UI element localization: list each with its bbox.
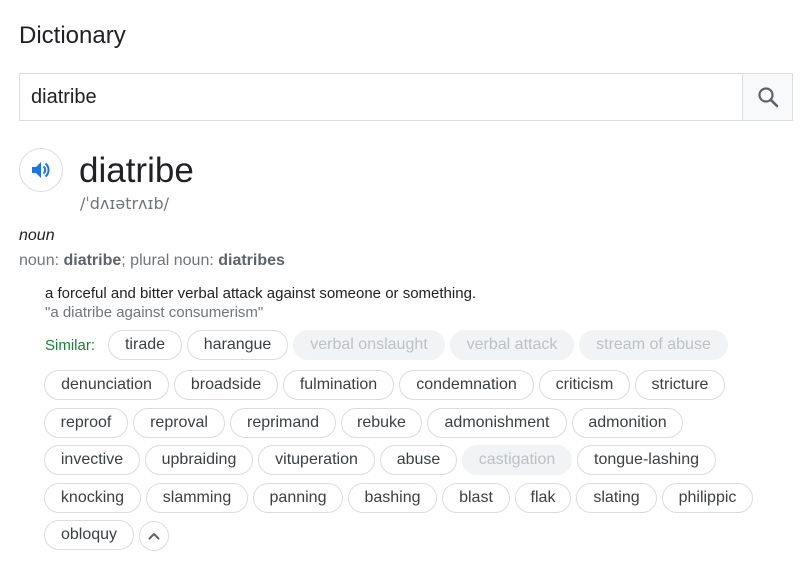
similar-chip[interactable]: stream of abuse	[579, 330, 728, 360]
similar-chip[interactable]: slamming	[146, 483, 248, 513]
similar-chip[interactable]: panning	[253, 483, 343, 513]
similar-chip[interactable]: philippic	[662, 483, 753, 513]
similar-chip[interactable]: bashing	[348, 483, 437, 513]
similar-chip[interactable]: reprimand	[230, 408, 336, 438]
similar-chip[interactable]: condemnation	[399, 370, 534, 400]
forms-plural: diatribes	[218, 252, 285, 269]
similar-chip[interactable]: castigation	[462, 445, 572, 475]
similar-chip[interactable]: tongue-lashing	[577, 445, 716, 475]
similar-chip[interactable]: verbal attack	[450, 330, 574, 360]
similar-chip[interactable]: criticism	[539, 370, 630, 400]
search-button[interactable]	[742, 74, 792, 120]
search-input[interactable]	[20, 74, 742, 120]
similar-chip[interactable]: vituperation	[258, 445, 375, 475]
similar-chip[interactable]: slating	[576, 483, 657, 513]
similar-label: Similar:	[45, 337, 96, 354]
forms-prefix: noun:	[19, 252, 64, 269]
chevron-up-icon	[148, 533, 160, 540]
similar-chip[interactable]: obloquy	[44, 520, 134, 550]
similar-chip[interactable]: admonition	[572, 408, 683, 438]
similar-chip[interactable]: tirade	[108, 330, 182, 360]
similar-chip[interactable]: reproof	[44, 408, 128, 438]
search-box	[19, 73, 793, 121]
forms-middle: ; plural noun:	[121, 252, 219, 269]
phonetic-spelling: /ˈdʌɪətrʌɪb/	[80, 194, 170, 213]
similar-chip[interactable]: stricture	[635, 370, 725, 400]
similar-chip[interactable]: broadside	[174, 370, 278, 400]
forms-word: diatribe	[63, 252, 122, 269]
definition: a forceful and bitter verbal attack agai…	[45, 285, 477, 302]
similar-chip[interactable]: verbal onslaught	[293, 330, 445, 360]
headword: diatribe	[79, 151, 194, 190]
similar-chip[interactable]: invective	[44, 445, 140, 475]
collapse-similar-button[interactable]	[139, 521, 169, 551]
similar-chip[interactable]: rebuke	[341, 408, 422, 438]
similar-chip[interactable]: harangue	[187, 330, 288, 360]
similar-chip[interactable]: blast	[442, 483, 510, 513]
search-icon	[757, 87, 778, 108]
usage-example: "a diatribe against consumerism"	[45, 304, 264, 321]
word-forms: noun: diatribe; plural noun: diatribes	[19, 252, 285, 270]
speaker-icon	[32, 162, 50, 178]
part-of-speech: noun	[19, 227, 55, 244]
pronunciation-audio-button[interactable]	[19, 148, 63, 192]
similar-chip[interactable]: fulmination	[283, 370, 394, 400]
similar-chip[interactable]: admonishment	[427, 408, 567, 438]
page-title: Dictionary	[19, 22, 126, 49]
similar-chip[interactable]: abuse	[380, 445, 457, 475]
similar-chip[interactable]: denunciation	[44, 370, 169, 400]
similar-chip[interactable]: knocking	[44, 483, 141, 513]
similar-chip[interactable]: upbraiding	[145, 445, 253, 475]
similar-chip[interactable]: flak	[515, 483, 571, 513]
similar-chip[interactable]: reproval	[133, 408, 225, 438]
